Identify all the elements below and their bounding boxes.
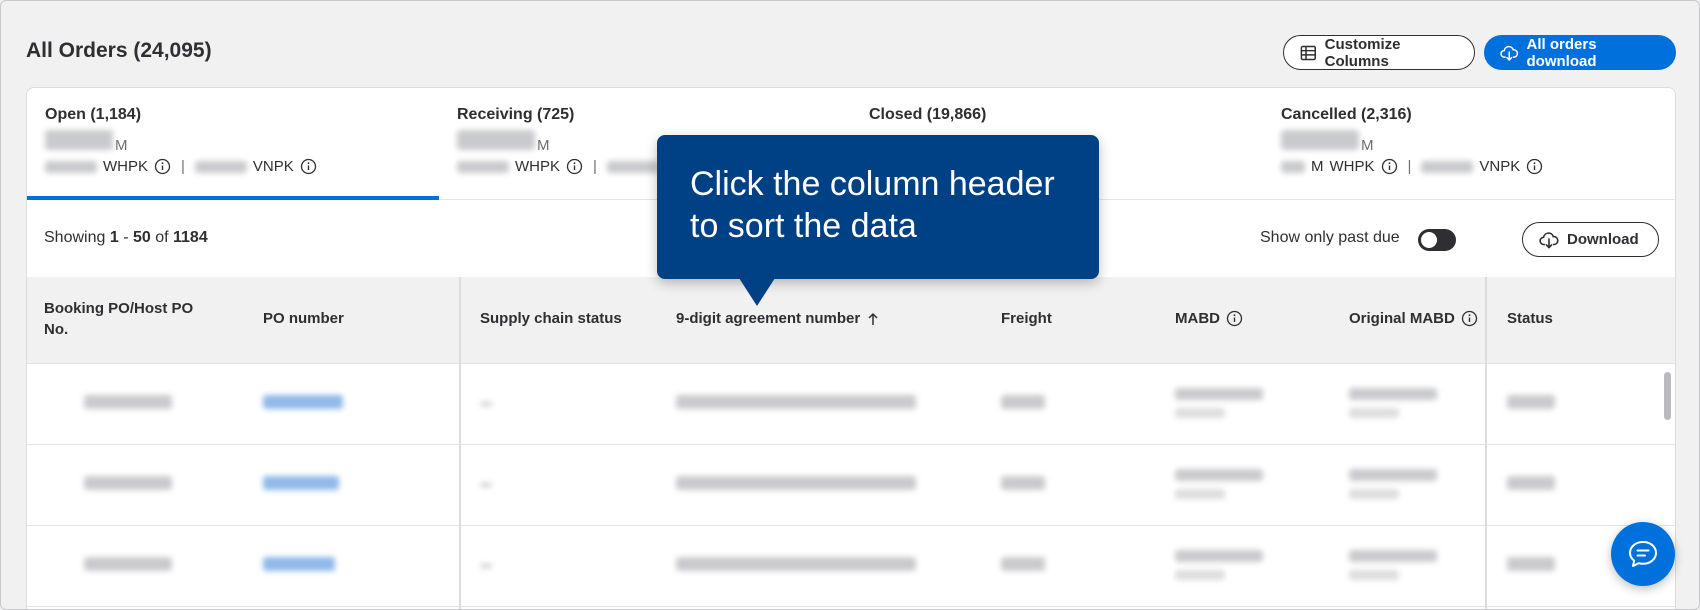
tooltip-text: Click the column header to sort the data <box>690 165 1055 245</box>
tab-closed-title: Closed (19,866) <box>869 106 987 123</box>
sort-ascending-icon <box>868 312 878 325</box>
tab-open-amount: M <box>45 130 439 154</box>
column-header-original-mabd[interactable]: Original MABD <box>1349 310 1478 327</box>
app-frame: All Orders (24,095) Customize Columns Al… <box>0 0 1700 610</box>
column-header-booking-po[interactable]: Booking PO/Host PO No. <box>44 298 214 340</box>
column-header-mabd[interactable]: MABD <box>1175 310 1243 327</box>
all-orders-download-button[interactable]: All orders download <box>1484 35 1676 70</box>
tab-cancelled-metrics: M WHPK | VNPK <box>1281 158 1675 175</box>
info-icon[interactable] <box>1461 310 1478 327</box>
column-header-po-number[interactable]: PO number <box>263 310 344 327</box>
separator: | <box>593 158 597 175</box>
past-due-toggle[interactable] <box>1418 229 1456 251</box>
tab-open-title: Open (1,184) <box>45 106 142 123</box>
cloud-download-icon <box>1539 231 1559 248</box>
column-header-freight[interactable]: Freight <box>1001 310 1052 327</box>
all-orders-download-label: All orders download <box>1526 35 1597 70</box>
download-label: Download <box>1567 231 1639 248</box>
active-tab-indicator <box>27 196 439 200</box>
results-count: Showing 1 - 50 of 1184 <box>44 229 208 246</box>
info-icon[interactable] <box>1381 158 1398 175</box>
cloud-download-icon <box>1500 45 1519 61</box>
tab-cancelled-title: Cancelled (2,316) <box>1281 106 1412 123</box>
download-button[interactable]: Download <box>1522 222 1659 257</box>
chat-button[interactable] <box>1611 522 1675 586</box>
info-icon[interactable] <box>1226 310 1243 327</box>
toggle-knob <box>1421 232 1437 248</box>
frozen-column-divider <box>459 277 461 609</box>
separator: | <box>181 158 185 175</box>
scrollbar-thumb[interactable] <box>1664 372 1671 420</box>
chat-bubble-icon <box>1629 541 1657 567</box>
info-icon[interactable] <box>1526 158 1543 175</box>
tab-cancelled-amount: M <box>1281 130 1675 154</box>
column-header-agreement-number[interactable]: 9-digit agreement number <box>676 310 880 327</box>
tab-open[interactable]: Open (1,184) M WHPK | VNPK <box>27 88 439 200</box>
column-header-supply-chain-status[interactable]: Supply chain status <box>480 310 622 327</box>
page-title: All Orders (24,095) <box>26 39 212 62</box>
table-row[interactable] <box>27 445 1675 526</box>
tab-receiving-title: Receiving (725) <box>457 106 575 123</box>
info-icon[interactable] <box>566 158 583 175</box>
customize-columns-button[interactable]: Customize Columns <box>1283 35 1475 70</box>
table-grid-icon <box>1300 45 1316 60</box>
table-row[interactable] <box>27 364 1675 445</box>
past-due-label: Show only past due <box>1260 229 1400 246</box>
info-icon[interactable] <box>154 158 171 175</box>
info-icon[interactable] <box>300 158 317 175</box>
sort-hint-tooltip: Click the column header to sort the data <box>657 135 1099 279</box>
frozen-column-divider <box>1485 277 1487 609</box>
table-row[interactable] <box>27 526 1675 607</box>
separator: | <box>1407 158 1412 175</box>
table-header: Booking PO/Host PO No. PO number Supply … <box>27 277 1675 364</box>
customize-columns-label: Customize Columns <box>1324 35 1401 70</box>
tooltip-caret <box>739 278 775 306</box>
column-header-status[interactable]: Status <box>1507 310 1553 327</box>
tab-cancelled[interactable]: Cancelled (2,316) M M WHPK | VNPK <box>1263 88 1675 200</box>
tab-open-metrics: WHPK | VNPK <box>45 158 439 175</box>
